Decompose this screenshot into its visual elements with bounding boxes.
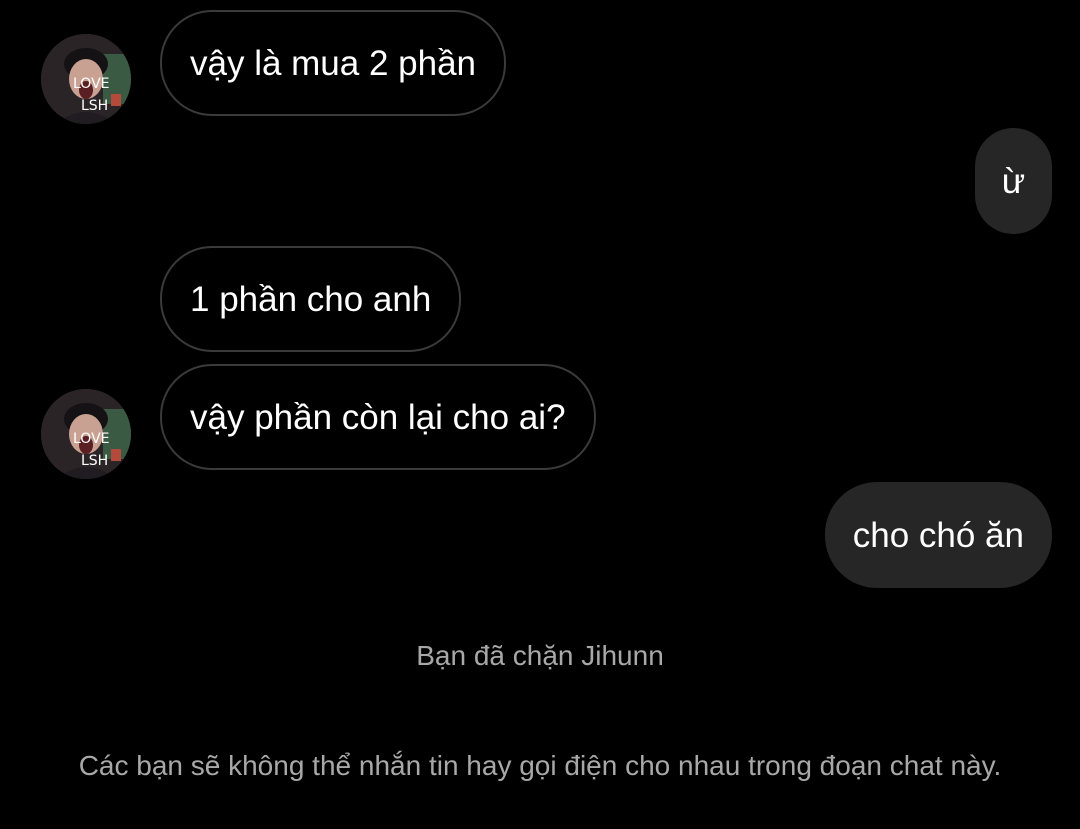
message-text: 1 phần cho anh xyxy=(190,279,432,319)
blocked-notice: Bạn đã chặn Jihunn xyxy=(416,640,664,671)
message-bubble-incoming[interactable]: 1 phần cho anh xyxy=(160,246,462,352)
message-text: ừ xyxy=(1001,161,1026,201)
message-text: cho chó ăn xyxy=(852,515,1024,555)
avatar-photo: LOVE LSH xyxy=(41,389,131,479)
avatar-photo: LOVE LSH xyxy=(41,34,131,124)
message-bubble-outgoing[interactable]: cho chó ăn xyxy=(824,482,1052,588)
contact-avatar[interactable]: LOVE LSH xyxy=(41,34,131,124)
message-text: vậy là mua 2 phần xyxy=(190,43,477,83)
avatar-text-lsh: LSH xyxy=(81,98,108,114)
message-bubble-outgoing[interactable]: ừ xyxy=(975,128,1052,234)
message-text: vậy phần còn lại cho ai? xyxy=(190,397,566,437)
contact-avatar[interactable]: LOVE LSH xyxy=(41,389,131,479)
avatar-text-love: LOVE xyxy=(73,76,110,92)
avatar-text-love: LOVE xyxy=(73,431,110,447)
blocked-detail-notice: Các bạn sẽ không thể nhắn tin hay gọi đi… xyxy=(78,750,1002,781)
message-bubble-incoming[interactable]: vậy là mua 2 phần xyxy=(160,10,507,116)
chat-thread: LOVE LSH vậy là mua 2 phần ừ 1 phần cho … xyxy=(0,0,1080,829)
avatar-text-lsh: LSH xyxy=(81,453,108,469)
message-bubble-incoming[interactable]: vậy phần còn lại cho ai? xyxy=(160,364,596,470)
